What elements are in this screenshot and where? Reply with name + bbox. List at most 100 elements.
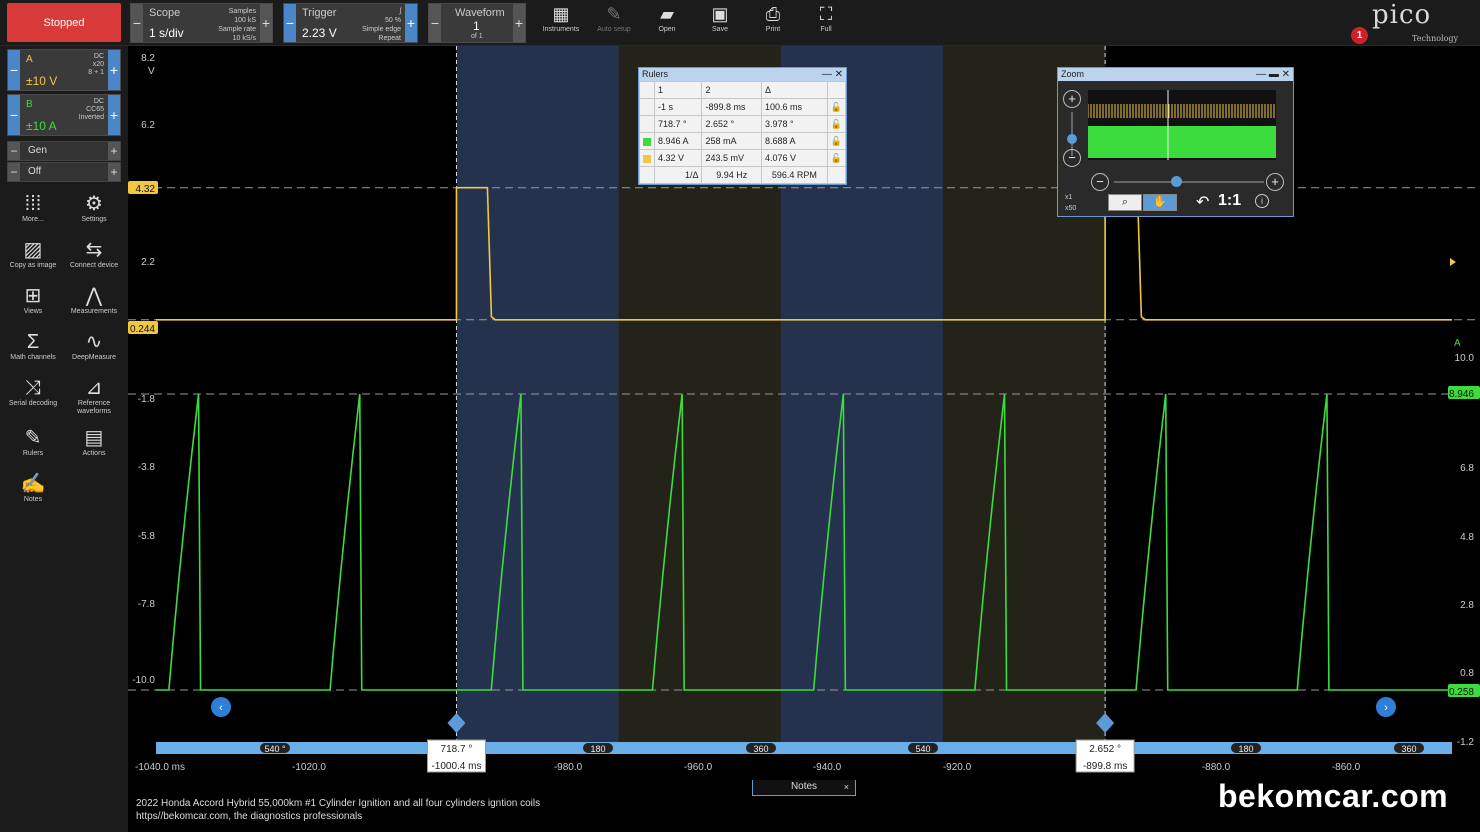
deepmeasure-button[interactable]: ∿ DeepMeasure bbox=[65, 330, 123, 372]
notes-line-1: 2022 Honda Accord Hybrid 55,000km #1 Cyl… bbox=[136, 798, 541, 809]
channel-b-swatch bbox=[643, 137, 651, 146]
rulers-row-frequency: 1/Δ 9.94 Hz 596.4 RPM bbox=[639, 166, 847, 184]
instruments-button[interactable]: ▦ Instruments bbox=[536, 2, 586, 42]
vertical-zoom-thumb[interactable] bbox=[1067, 134, 1077, 144]
notification-badge[interactable]: 1 bbox=[1351, 27, 1368, 44]
zoom-title-bar[interactable]: Zoom — ▬ ✕ bbox=[1058, 68, 1293, 81]
trigger-decrease-button[interactable]: − bbox=[284, 4, 296, 42]
channel-a-control[interactable]: − A ±10 V DC x20 8 + 1 + bbox=[7, 49, 121, 91]
channel-b-info: DC CC65 Inverted bbox=[78, 98, 104, 121]
pan-tool-button[interactable]: ✋ bbox=[1143, 194, 1177, 211]
actions-button[interactable]: ▤ Actions bbox=[65, 426, 123, 468]
zoom-window-buttons[interactable]: — ▬ ✕ bbox=[1256, 68, 1290, 81]
folder-icon: ▰ bbox=[660, 4, 674, 24]
open-button[interactable]: ▰ Open bbox=[642, 2, 692, 42]
waveform-next-button[interactable]: + bbox=[513, 4, 525, 42]
ruler-angle-value: 718.7 ° bbox=[441, 744, 473, 755]
time-tick: -980.0 bbox=[554, 762, 583, 773]
generator-control[interactable]: − Gen + bbox=[7, 141, 121, 161]
copy-as-image-button[interactable]: ▨ Copy as image bbox=[4, 238, 62, 280]
rulers-window-buttons[interactable]: — ✕ bbox=[822, 68, 843, 81]
measurements-button[interactable]: ⋀ Measurements bbox=[65, 284, 123, 326]
trigger-control[interactable]: − Trigger 2.23 V ʃ 50 % Simple edge Repeat … bbox=[283, 3, 418, 43]
timebase-increase-button[interactable]: + bbox=[260, 4, 272, 42]
hand-icon: ✋ bbox=[1153, 196, 1167, 208]
rulers-col-delta: Δ bbox=[760, 81, 828, 99]
lock-icon[interactable]: 🔓 bbox=[826, 115, 847, 133]
angle-tick: 360 bbox=[753, 744, 768, 754]
generator-state: Off bbox=[28, 166, 42, 177]
horizontal-zoom-thumb[interactable] bbox=[1171, 176, 1182, 187]
channel-b-control[interactable]: − B ±10 A DC CC65 Inverted + bbox=[7, 94, 121, 136]
zoom-out-vertical-button[interactable]: − bbox=[1063, 149, 1081, 167]
auto-setup-button[interactable]: ✎ Auto setup bbox=[589, 2, 639, 42]
ruler-icon: ✎ bbox=[24, 427, 42, 449]
channel-b-range-decrease[interactable]: − bbox=[8, 95, 20, 135]
rulers-window[interactable]: Rulers — ✕ 1 2 Δ -1 s -899.8 ms 100.6 ms 🔓 … bbox=[638, 67, 847, 185]
reference-waveforms-button[interactable]: ⊿ Reference waveforms bbox=[65, 376, 123, 418]
gear-icon: ⚙ bbox=[85, 193, 103, 215]
print-button[interactable]: ⎙ Print bbox=[748, 2, 798, 42]
left-axis-tick: 2.2 bbox=[141, 257, 155, 268]
lock-icon[interactable]: 🔓 bbox=[826, 149, 847, 167]
waveform-prev-button[interactable]: − bbox=[429, 4, 441, 42]
left-axis-tick: -7.8 bbox=[138, 599, 156, 610]
serial-decoding-button[interactable]: ⤨ Serial decoding bbox=[4, 376, 62, 418]
channel-a-range[interactable]: ±10 V bbox=[26, 74, 57, 88]
waveform-index: 1 bbox=[473, 19, 480, 33]
channel-b-range[interactable]: ±10 A bbox=[26, 119, 57, 133]
more-button[interactable]: ⁞⁞⁞ More... bbox=[4, 192, 62, 234]
zoom-ratio-button[interactable]: 1:1 bbox=[1218, 192, 1241, 210]
scope-timebase-control[interactable]: − Scope 1 s/div Samples 100 kS Sample rat… bbox=[130, 3, 273, 43]
generator-state-control[interactable]: − Off + bbox=[7, 162, 121, 182]
notes-line-2: https//bekomcar.com, the diagnostics pro… bbox=[136, 811, 363, 822]
trigger-level-value[interactable]: 2.23 V bbox=[302, 26, 337, 40]
channel-b-name: B bbox=[26, 99, 33, 110]
zoom-overview[interactable] bbox=[1087, 90, 1276, 160]
watermark: bekomcar.com bbox=[1218, 778, 1449, 814]
channel-b-range-increase[interactable]: + bbox=[108, 95, 120, 135]
save-button[interactable]: ▣ Save bbox=[695, 2, 745, 42]
right-axis-tick: 8.946 bbox=[1449, 389, 1474, 400]
start-stop-button[interactable]: Stopped bbox=[7, 3, 121, 42]
notes-close-icon[interactable]: × bbox=[844, 780, 849, 794]
serial-icon: ⤨ bbox=[25, 377, 41, 399]
timebase-decrease-button[interactable]: − bbox=[131, 4, 143, 42]
timebase-value[interactable]: 1 s/div bbox=[149, 26, 184, 40]
zoom-in-horizontal-button[interactable]: + bbox=[1266, 173, 1284, 191]
horizontal-zoom-slider[interactable] bbox=[1114, 181, 1264, 183]
undo-zoom-icon[interactable]: ↶ bbox=[1196, 192, 1209, 212]
notes-tab[interactable]: Notes × bbox=[752, 780, 856, 796]
trigger-label: Trigger bbox=[302, 7, 337, 19]
generator-decrease[interactable]: − bbox=[8, 142, 20, 160]
lock-icon[interactable]: 🔓 bbox=[826, 132, 847, 150]
generator-state-decrease[interactable]: − bbox=[8, 163, 20, 181]
ruler-time-value: -1000.4 ms bbox=[431, 761, 481, 772]
reference-icon: ⊿ bbox=[85, 377, 103, 399]
lock-icon[interactable]: 🔓 bbox=[826, 98, 847, 116]
info-icon[interactable]: i bbox=[1255, 194, 1269, 208]
channel-a-range-decrease[interactable]: − bbox=[8, 50, 20, 90]
fullscreen-button[interactable]: ⛶ Full bbox=[801, 2, 851, 42]
waveform-buffer-control[interactable]: − Waveform 1 of 1 + bbox=[428, 3, 526, 43]
rulers-title-bar[interactable]: Rulers — ✕ bbox=[639, 68, 846, 81]
time-tick: -960.0 bbox=[684, 762, 713, 773]
channel-a-range-increase[interactable]: + bbox=[108, 50, 120, 90]
rulers-button[interactable]: ✎ Rulers bbox=[4, 426, 62, 468]
zoom-tool-button[interactable]: ⌕ bbox=[1108, 194, 1142, 211]
left-axis-tick: 0.244 bbox=[130, 324, 155, 335]
trigger-increase-button[interactable]: + bbox=[405, 4, 417, 42]
zoom-in-vertical-button[interactable]: + bbox=[1063, 90, 1081, 108]
zoom-out-horizontal-button[interactable]: − bbox=[1091, 173, 1109, 191]
notes-button[interactable]: ✍ Notes bbox=[4, 472, 62, 514]
pico-logo: pico bbox=[1372, 0, 1432, 30]
notes-panel[interactable]: 2022 Honda Accord Hybrid 55,000km #1 Cyl… bbox=[136, 797, 540, 823]
settings-button[interactable]: ⚙ Settings bbox=[65, 192, 123, 234]
left-axis-tick: -3.8 bbox=[138, 462, 156, 473]
math-channels-button[interactable]: Σ Math channels bbox=[4, 330, 62, 372]
connect-device-button[interactable]: ⇆ Connect device bbox=[65, 238, 123, 280]
views-button[interactable]: ⊞ Views bbox=[4, 284, 62, 326]
generator-increase[interactable]: + bbox=[108, 142, 120, 160]
zoom-window[interactable]: Zoom — ▬ ✕ + − − + x1 x50 ⌕ ✋ ↶ 1:1 i bbox=[1057, 67, 1294, 217]
generator-state-increase[interactable]: + bbox=[108, 163, 120, 181]
